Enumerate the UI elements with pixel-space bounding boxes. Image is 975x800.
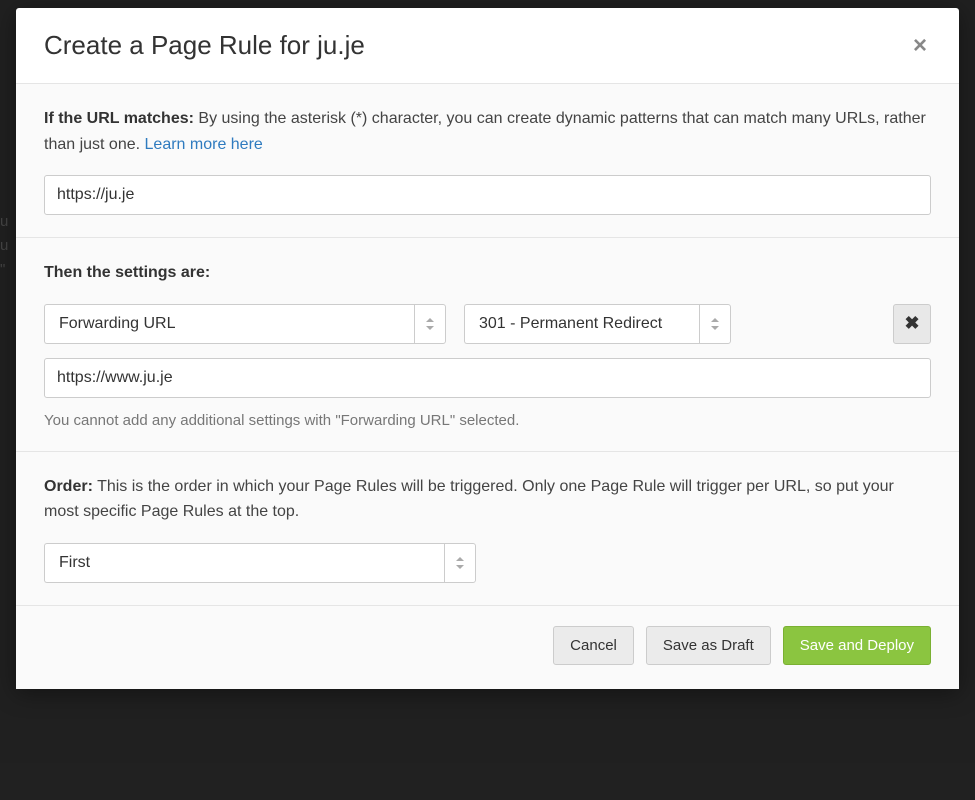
close-button[interactable]: ×	[909, 32, 931, 60]
cancel-button[interactable]: Cancel	[553, 626, 634, 665]
redirect-type-select[interactable]: 301 - Permanent Redirect	[464, 304, 731, 344]
order-label: Order:	[44, 478, 93, 495]
modal-title: Create a Page Rule for ju.je	[44, 30, 365, 61]
settings-label: Then the settings are:	[44, 260, 931, 286]
background-text: uu"	[0, 210, 8, 282]
url-match-description: If the URL matches: By using the asteris…	[44, 106, 931, 157]
url-match-label: If the URL matches:	[44, 110, 194, 127]
stepper-icon[interactable]	[444, 543, 476, 583]
order-select[interactable]: First	[44, 543, 931, 583]
settings-helper-text: You cannot add any additional settings w…	[44, 412, 931, 429]
order-value: First	[59, 554, 90, 572]
modal-footer: Cancel Save as Draft Save and Deploy	[16, 606, 959, 689]
remove-setting-button[interactable]: ✖	[893, 304, 931, 344]
settings-row: Forwarding URL 301 - Permanent Redirect …	[44, 304, 931, 344]
setting-type-select[interactable]: Forwarding URL	[44, 304, 446, 344]
learn-more-link[interactable]: Learn more here	[145, 136, 263, 153]
url-match-section: If the URL matches: By using the asteris…	[16, 84, 959, 238]
modal-header: Create a Page Rule for ju.je ×	[16, 8, 959, 84]
order-text: This is the order in which your Page Rul…	[44, 478, 894, 521]
create-page-rule-modal: Create a Page Rule for ju.je × If the UR…	[16, 8, 959, 689]
close-icon: ×	[913, 32, 927, 59]
redirect-type-value: 301 - Permanent Redirect	[479, 315, 662, 333]
url-pattern-input[interactable]	[44, 175, 931, 215]
order-description: Order: This is the order in which your P…	[44, 474, 931, 525]
stepper-icon[interactable]	[414, 304, 446, 344]
save-draft-button[interactable]: Save as Draft	[646, 626, 771, 665]
settings-section: Then the settings are: Forwarding URL 30…	[16, 238, 959, 452]
save-deploy-button[interactable]: Save and Deploy	[783, 626, 931, 665]
setting-type-value: Forwarding URL	[59, 315, 175, 333]
remove-icon: ✖	[904, 313, 919, 334]
destination-url-input[interactable]	[44, 358, 931, 398]
stepper-icon[interactable]	[699, 304, 731, 344]
order-section: Order: This is the order in which your P…	[16, 452, 959, 606]
